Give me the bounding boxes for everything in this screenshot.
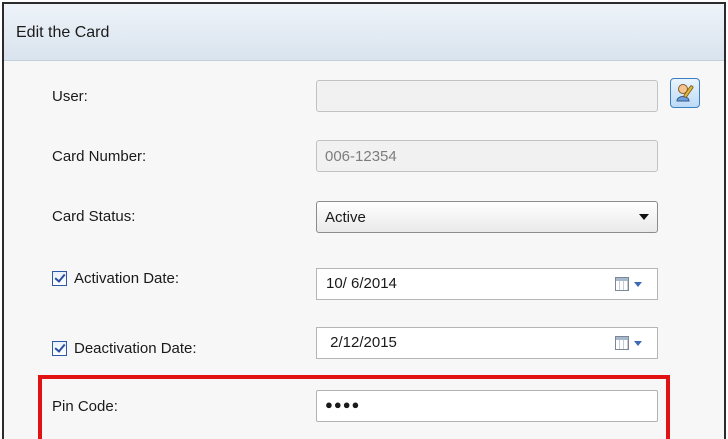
card-number-label: Card Number:	[52, 148, 147, 165]
deactivation-date-picker[interactable]: 2/12/2015	[316, 327, 658, 359]
deactivation-date-checkbox[interactable]	[52, 341, 67, 356]
activation-calendar-button[interactable]	[615, 276, 651, 294]
deactivation-date-label: Deactivation Date:	[74, 340, 197, 357]
activation-date-picker[interactable]: 10/ 6/2014	[316, 268, 658, 300]
pin-code-highlight-box	[38, 375, 670, 439]
deactivation-calendar-button[interactable]	[615, 335, 651, 353]
user-picker-icon	[676, 84, 694, 102]
chevron-down-icon	[634, 341, 642, 346]
dialog-title-bar: Edit the Card	[4, 4, 724, 61]
calendar-icon	[615, 336, 629, 350]
user-label: User:	[52, 88, 88, 105]
card-status-label: Card Status:	[52, 208, 136, 225]
activation-date-checkbox[interactable]	[52, 271, 67, 286]
card-number-field: 006-12354	[316, 140, 658, 172]
chevron-down-icon	[634, 282, 642, 287]
calendar-icon	[615, 277, 629, 291]
chevron-down-icon	[639, 214, 649, 220]
user-field	[316, 80, 658, 112]
user-picker-button[interactable]	[670, 78, 700, 108]
activation-date-label: Activation Date:	[74, 270, 180, 287]
dialog-title: Edit the Card	[16, 24, 110, 41]
card-status-select[interactable]: Active	[316, 201, 658, 233]
